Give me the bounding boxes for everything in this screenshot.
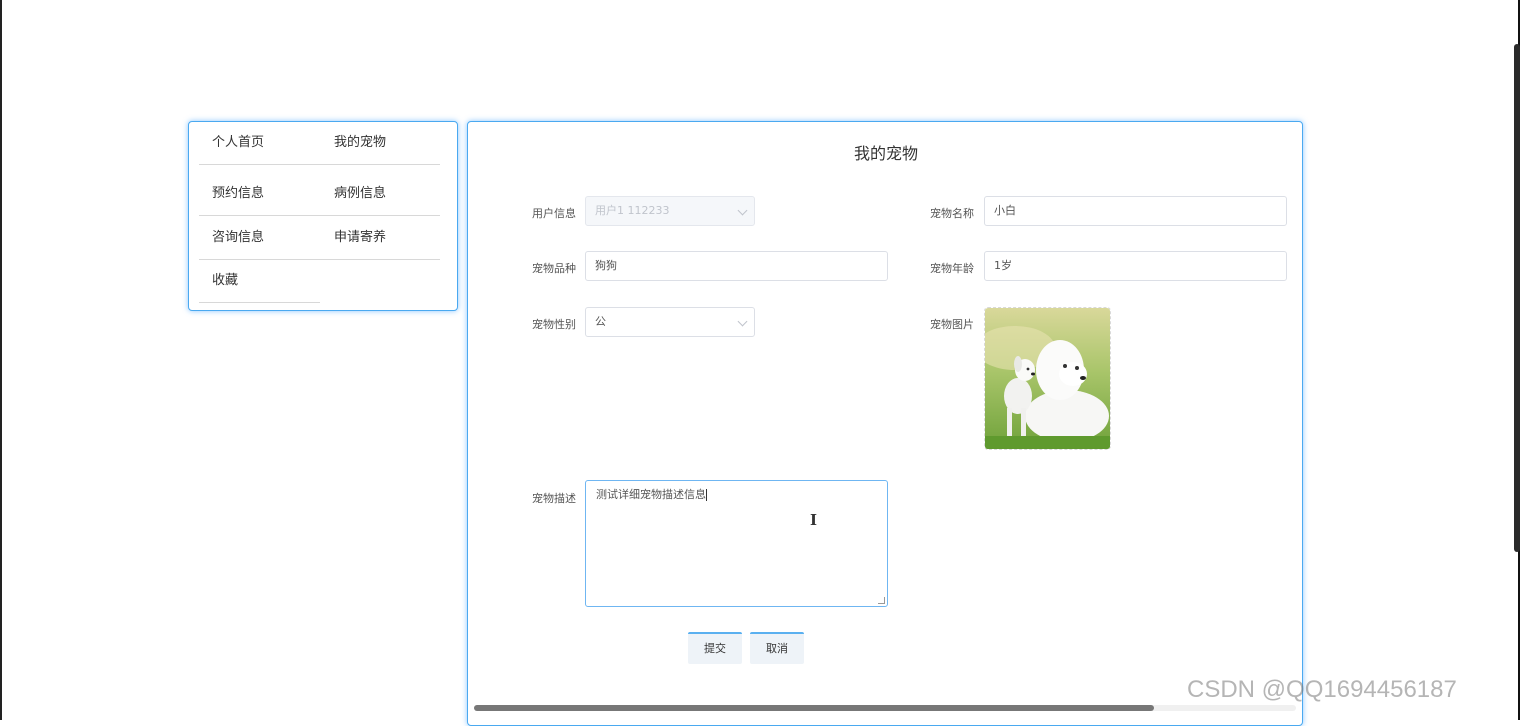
cancel-button[interactable]: 取消 xyxy=(750,632,804,664)
pet-form-panel: 我的宠物 用户信息 用户1 112233 宠物名称 小白 宠物品种 狗狗 宠物年… xyxy=(467,121,1303,726)
user-info-label: 用户信息 xyxy=(532,207,576,220)
submit-button[interactable]: 提交 xyxy=(688,632,742,664)
pet-age-value: 1岁 xyxy=(994,259,1012,272)
pet-breed-input[interactable]: 狗狗 xyxy=(585,251,888,281)
sidebar-menu: 个人首页 我的宠物 预约信息 病例信息 咨询信息 申请寄养 收藏 xyxy=(188,121,458,311)
pet-image-upload[interactable] xyxy=(984,307,1111,450)
pet-description-textarea[interactable]: 测试详细宠物描述信息 xyxy=(585,480,888,607)
text-caret xyxy=(706,489,707,501)
chevron-down-icon xyxy=(737,205,748,216)
sidebar-item-favorites[interactable]: 收藏 xyxy=(199,260,320,303)
pet-description-value: 测试详细宠物描述信息 xyxy=(596,488,706,501)
sidebar-item-label: 个人首页 xyxy=(212,135,265,150)
sidebar-item-label: 我的宠物 xyxy=(334,135,387,150)
pet-name-value: 小白 xyxy=(994,204,1016,217)
pet-gender-select[interactable]: 公 xyxy=(585,307,755,337)
pet-photo xyxy=(985,308,1110,449)
chevron-down-icon xyxy=(737,316,748,327)
user-info-select[interactable]: 用户1 112233 xyxy=(585,196,755,226)
vertical-scrollbar[interactable] xyxy=(1514,44,1520,552)
pet-age-input[interactable]: 1岁 xyxy=(984,251,1287,281)
pet-breed-label: 宠物品种 xyxy=(532,262,576,275)
pet-name-input[interactable]: 小白 xyxy=(984,196,1287,226)
pet-description-label: 宠物描述 xyxy=(532,492,576,505)
pet-gender-label: 宠物性别 xyxy=(532,318,576,331)
horizontal-scrollbar-thumb[interactable] xyxy=(474,705,1154,711)
pet-age-label: 宠物年龄 xyxy=(930,262,974,275)
pet-breed-value: 狗狗 xyxy=(595,259,617,272)
sidebar-item-label: 申请寄养 xyxy=(334,230,387,245)
ibeam-cursor-icon: I xyxy=(810,511,818,529)
watermark: CSDN @QQ1694456187 xyxy=(1187,676,1457,703)
pet-gender-value: 公 xyxy=(595,315,606,328)
pet-name-label: 宠物名称 xyxy=(930,207,974,220)
sidebar-item-home[interactable]: 个人首页 xyxy=(199,122,320,165)
resize-handle-icon[interactable] xyxy=(878,597,885,604)
user-info-value: 用户1 112233 xyxy=(595,204,670,217)
pet-image-label: 宠物图片 xyxy=(930,318,974,331)
sidebar-item-label: 收藏 xyxy=(212,273,239,288)
sidebar-item-my-pets[interactable]: 我的宠物 xyxy=(320,122,440,165)
sidebar-item-boarding[interactable]: 申请寄养 xyxy=(320,217,440,260)
page-title: 我的宠物 xyxy=(853,144,918,163)
